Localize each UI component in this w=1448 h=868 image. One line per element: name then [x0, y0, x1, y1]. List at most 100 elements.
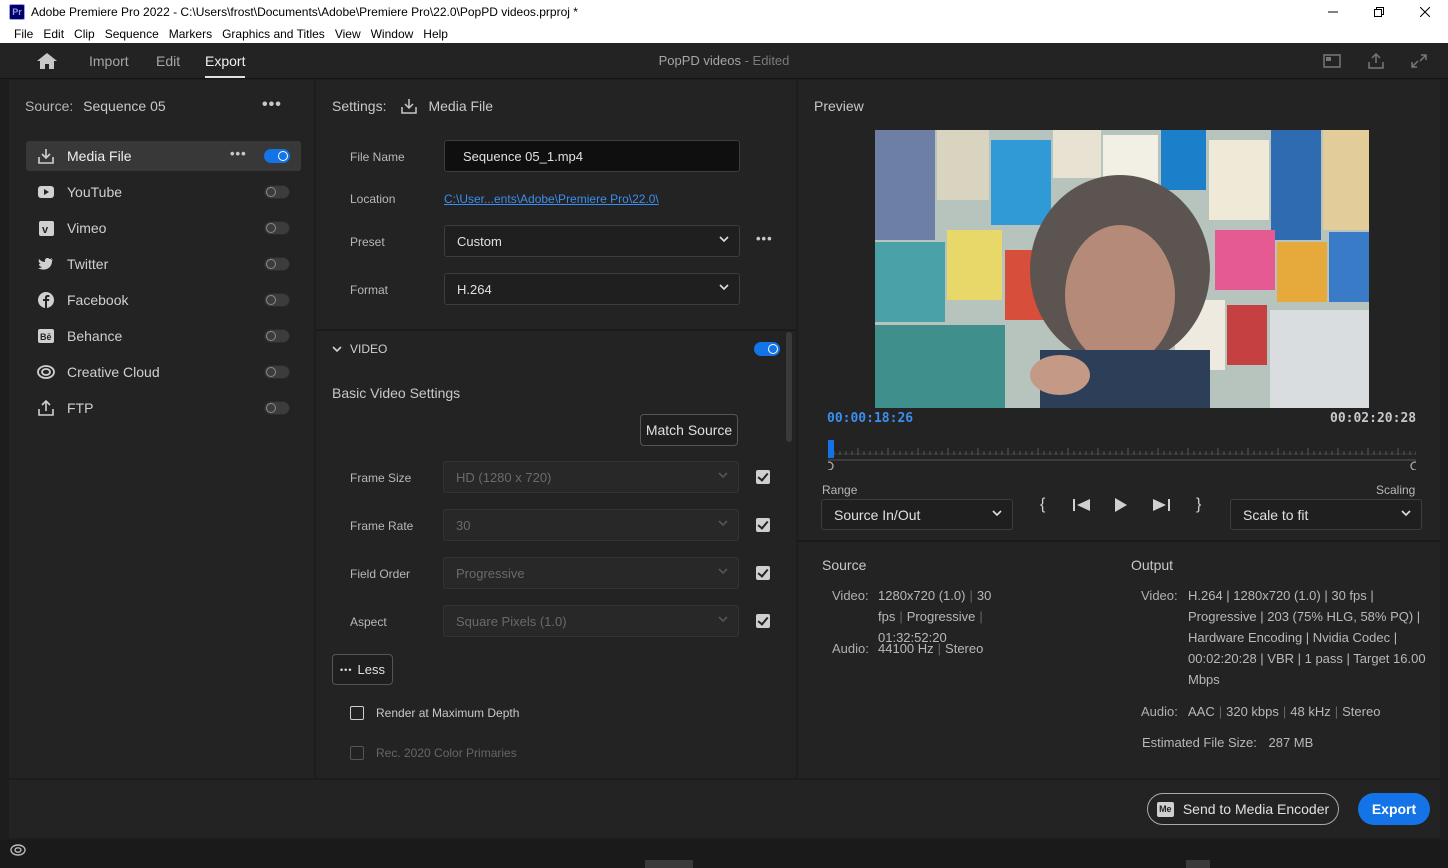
- settings-scrollbar[interactable]: [786, 332, 792, 442]
- ftp-toggle[interactable]: [264, 401, 290, 415]
- close-window-button[interactable]: [1402, 0, 1448, 24]
- export-footer: Me Send to Media Encoder Export: [9, 780, 1440, 838]
- taskbar-thumb: [645, 860, 693, 868]
- frame-rate-match-checkbox[interactable]: [756, 518, 770, 532]
- frame-rate-value: 30: [456, 517, 471, 533]
- settings-panel: Settings: Media File File Name Sequence …: [316, 80, 796, 778]
- vimeo-toggle[interactable]: [264, 221, 290, 235]
- render-max-depth-checkbox[interactable]: [350, 706, 364, 720]
- preset-label: Preset: [350, 235, 385, 249]
- output-video-line: H.264 | 1280x720 (1.0) | 30 fps |: [1188, 588, 1374, 603]
- frame-size-match-checkbox[interactable]: [756, 470, 770, 484]
- menu-markers[interactable]: Markers: [169, 27, 212, 41]
- send-to-media-encoder-button[interactable]: Me Send to Media Encoder: [1147, 793, 1339, 825]
- location-link[interactable]: C:\User...ents\Adobe\Premiere Pro\22.0\: [444, 192, 659, 206]
- destination-twitter[interactable]: Twitter: [26, 249, 301, 279]
- basic-video-settings-title: Basic Video Settings: [332, 385, 461, 401]
- aspect-dropdown[interactable]: Square Pixels (1.0): [443, 605, 739, 637]
- home-icon[interactable]: [36, 52, 58, 70]
- output-audio-bitrate: 320 kbps: [1226, 704, 1279, 719]
- menu-edit[interactable]: Edit: [43, 27, 64, 41]
- frame-size-label: Frame Size: [350, 471, 412, 485]
- creative-cloud-icon: [37, 363, 55, 381]
- export-button[interactable]: Export: [1358, 793, 1430, 825]
- menu-clip[interactable]: Clip: [74, 27, 95, 41]
- menu-help[interactable]: Help: [423, 27, 448, 41]
- preset-more-icon[interactable]: •••: [756, 231, 773, 246]
- quick-export-icon[interactable]: [1323, 53, 1341, 69]
- play-icon[interactable]: [1114, 497, 1128, 513]
- mark-out-icon[interactable]: }: [1196, 496, 1201, 514]
- destination-facebook[interactable]: Facebook: [26, 285, 301, 315]
- destination-media-file[interactable]: Media File •••: [26, 141, 301, 171]
- creative-cloud-toggle[interactable]: [264, 365, 290, 379]
- fullscreen-icon[interactable]: [1410, 53, 1428, 69]
- step-back-icon[interactable]: [1072, 498, 1092, 512]
- menu-file[interactable]: File: [14, 27, 33, 41]
- scaling-dropdown[interactable]: Scale to fit: [1230, 499, 1422, 530]
- source-more-icon[interactable]: •••: [262, 96, 282, 114]
- minimize-button[interactable]: [1310, 0, 1356, 24]
- range-dropdown[interactable]: Source In/Out: [821, 499, 1013, 530]
- step-forward-icon[interactable]: [1151, 498, 1171, 512]
- aspect-value: Square Pixels (1.0): [456, 613, 567, 629]
- timeline-scrubber[interactable]: [828, 440, 1416, 470]
- destination-ftp[interactable]: FTP: [26, 393, 301, 423]
- chevron-down-icon: [1401, 510, 1411, 517]
- destination-vimeo[interactable]: v Vimeo: [26, 213, 301, 243]
- tab-import[interactable]: Import: [89, 53, 129, 69]
- twitter-toggle[interactable]: [264, 257, 290, 271]
- field-order-match-checkbox[interactable]: [756, 566, 770, 580]
- facebook-toggle[interactable]: [264, 293, 290, 307]
- frame-rate-label: Frame Rate: [350, 519, 414, 533]
- behance-toggle[interactable]: [264, 329, 290, 343]
- close-icon: [1420, 7, 1430, 17]
- tab-export[interactable]: Export: [205, 53, 246, 78]
- settings-destination: Media File: [428, 98, 494, 114]
- location-label: Location: [350, 192, 396, 206]
- match-source-button[interactable]: Match Source: [640, 414, 738, 446]
- video-section-header[interactable]: VIDEO: [332, 342, 387, 356]
- youtube-toggle[interactable]: [264, 185, 290, 199]
- chevron-down-icon: [719, 236, 729, 243]
- menu-sequence[interactable]: Sequence: [105, 27, 159, 41]
- status-bar: [0, 840, 1448, 868]
- destination-behance[interactable]: Bē Behance: [26, 321, 301, 351]
- format-value: H.264: [457, 281, 492, 297]
- output-audio-info: AAC | 320 kbps | 48 kHz | Stereo: [1188, 704, 1381, 719]
- less-button-label: Less: [357, 662, 385, 677]
- destination-youtube[interactable]: YouTube: [26, 177, 301, 207]
- file-name-input[interactable]: Sequence 05_1.mp4: [444, 140, 740, 172]
- destination-label: FTP: [67, 400, 94, 416]
- menu-view[interactable]: View: [335, 27, 361, 41]
- project-name: PopPD videos: [658, 53, 741, 68]
- section-divider: [316, 329, 796, 331]
- tab-edit[interactable]: Edit: [156, 53, 180, 69]
- media-file-toggle[interactable]: [264, 149, 290, 163]
- menu-graphics-and-titles[interactable]: Graphics and Titles: [222, 27, 325, 41]
- summary-output-title: Output: [1131, 557, 1174, 573]
- premiere-app-icon: Pr: [9, 4, 25, 20]
- destination-creative-cloud[interactable]: Creative Cloud: [26, 357, 301, 387]
- current-timecode[interactable]: 00:00:18:26: [827, 411, 913, 426]
- output-audio-channels: Stereo: [1342, 704, 1381, 719]
- creative-cloud-status-icon[interactable]: [10, 844, 26, 856]
- video-section-toggle[interactable]: [754, 342, 780, 356]
- rec2020-label: Rec. 2020 Color Primaries: [376, 746, 517, 760]
- project-status: - Edited: [744, 53, 790, 68]
- restore-button[interactable]: [1356, 0, 1402, 24]
- field-order-dropdown[interactable]: Progressive: [443, 557, 739, 589]
- frame-size-value: HD (1280 x 720): [456, 469, 552, 485]
- frame-rate-dropdown[interactable]: 30: [443, 509, 739, 541]
- rec2020-checkbox[interactable]: [350, 746, 364, 760]
- aspect-match-checkbox[interactable]: [756, 614, 770, 628]
- mark-in-icon[interactable]: {: [1040, 496, 1045, 514]
- menu-window[interactable]: Window: [371, 27, 414, 41]
- format-dropdown[interactable]: H.264: [444, 273, 740, 305]
- preset-dropdown[interactable]: Custom: [444, 225, 740, 257]
- media-file-more-icon[interactable]: •••: [230, 146, 247, 161]
- frame-size-dropdown[interactable]: HD (1280 x 720): [443, 461, 739, 493]
- less-button[interactable]: ••• Less: [332, 654, 393, 685]
- share-icon[interactable]: [1367, 53, 1385, 69]
- output-audio-codec: AAC: [1188, 704, 1215, 719]
